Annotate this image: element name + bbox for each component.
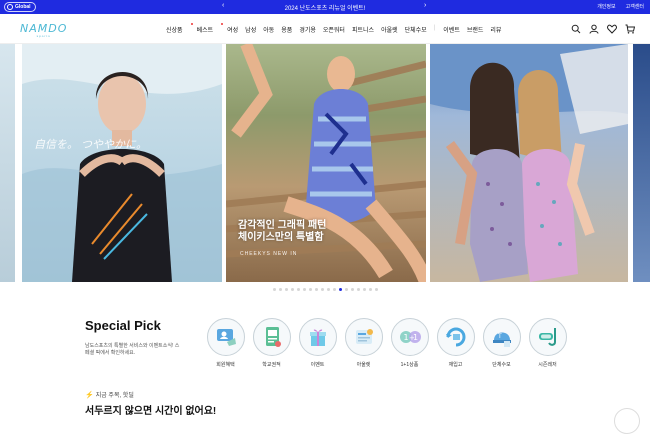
pagination-dot[interactable]: [332, 288, 336, 291]
svg-text:1: 1: [403, 333, 408, 342]
nav-women[interactable]: 여성: [227, 25, 238, 34]
hot-deal-section: ⚡ 지금 주목, 핫딜 서두르지 않으면 시간이 없어요!: [85, 390, 217, 418]
slide-mizuno[interactable]: 自信を。 つややかに。: [22, 44, 222, 282]
caption-line-1: 감각적인 그래픽 패턴: [238, 220, 327, 231]
user-icon[interactable]: [589, 24, 599, 34]
best-dot-icon: [221, 23, 224, 25]
special-pick-title: Special Pick: [85, 318, 161, 333]
nav-team-cap[interactable]: 단체수모: [405, 25, 427, 34]
category-school[interactable]: 학교권적: [252, 318, 291, 368]
special-pick-desc: 남도스포츠의 특별한 서비스와 이벤트소식! 스페셜 픽에서 확인하세요.: [85, 343, 180, 356]
pagination-dot[interactable]: [362, 288, 366, 291]
category-label: 이벤트: [310, 362, 325, 368]
nav-racing[interactable]: 경기용: [299, 25, 316, 34]
school-badge-icon: [252, 318, 291, 356]
promo-text[interactable]: 2024 난도스포츠 리뉴얼 이벤트!: [0, 3, 650, 12]
category-one-plus-one[interactable]: 1 +1 1+1상품: [390, 318, 429, 368]
pagination-dot[interactable]: [302, 288, 306, 291]
category-label: 학교권적: [262, 362, 281, 368]
nav-kids[interactable]: 아동: [263, 25, 274, 34]
swim-cap-icon: T: [482, 318, 521, 356]
one-plus-one-icon: 1 +1: [390, 318, 429, 356]
pagination-dot[interactable]: [272, 288, 276, 291]
gift-box-icon: [298, 318, 337, 356]
slide-peek-right[interactable]: [633, 44, 650, 282]
nav-gear[interactable]: 용품: [281, 25, 292, 34]
privacy-link[interactable]: 개인정보: [597, 3, 615, 10]
caption-line-2: 체이키스만의 특별함: [238, 232, 324, 243]
hot-deal-eyebrow: 지금 주목, 핫딜: [95, 393, 134, 399]
svg-text:T: T: [497, 333, 502, 340]
nav-openwater[interactable]: 오픈워터: [323, 25, 345, 34]
customer-center-link[interactable]: 고객센터: [626, 3, 644, 10]
nav-outlet[interactable]: 아울렛: [381, 25, 398, 34]
search-icon[interactable]: [571, 24, 581, 34]
pagination-dot[interactable]: [278, 288, 282, 291]
category-label: 1+1상품: [400, 362, 419, 368]
pagination-dot[interactable]: [338, 288, 342, 291]
special-pick-categories: 회원혜택 학교권적 이벤트 아울렛 1+1 1+1상품 재입고 T 단체수모: [206, 318, 567, 368]
brand-logo[interactable]: NAMDO sports: [20, 22, 67, 38]
slide-caption: 감각적인 그래픽 패턴 체이키스만의 특별함: [238, 220, 326, 244]
snorkel-icon: [528, 318, 567, 356]
nav-men[interactable]: 남성: [245, 25, 256, 34]
site-header: NAMDO sports 신상품 베스트 여성 남성 아동 용품 경기용 오픈워…: [0, 14, 650, 44]
category-restock[interactable]: 재입고: [436, 318, 475, 368]
category-label: 시즌레저: [538, 362, 557, 368]
pagination-dot[interactable]: [284, 288, 288, 291]
nav-fitness[interactable]: 피트니스: [352, 25, 374, 34]
pagination-dot[interactable]: [326, 288, 330, 291]
nav-divider: |: [433, 25, 436, 31]
pagination-dot[interactable]: [374, 288, 378, 291]
main-nav: 신상품 베스트 여성 남성 아동 용품 경기용 오픈워터 피트니스 아울렛 단체…: [166, 23, 508, 34]
pagination-dot[interactable]: [314, 288, 318, 291]
caption-brand: CHEEKYS NEW IN: [240, 251, 298, 257]
hero-slider[interactable]: 自信を。 つややかに。 감각적인 그래픽 패턴 체이키스만의 특별함 CHEEK…: [0, 44, 650, 282]
category-label: 재입고: [448, 362, 463, 368]
slide-script-text: 自信を。 つややかに。: [34, 139, 148, 151]
category-label: 단체수모: [492, 362, 511, 368]
slide-peek-left[interactable]: [0, 44, 15, 282]
sale-tag-icon: [344, 318, 383, 356]
nav-best[interactable]: 베스트: [197, 23, 224, 34]
promo-next-arrow[interactable]: ›: [424, 2, 426, 9]
pagination-dot[interactable]: [320, 288, 324, 291]
nav-new[interactable]: 신상품: [166, 23, 193, 34]
pagination-dot[interactable]: [344, 288, 348, 291]
slider-pagination: [0, 288, 650, 291]
slide-cheekys-art: [226, 44, 426, 282]
category-label: 아울렛: [356, 362, 371, 368]
nav-brand[interactable]: 브랜드: [467, 25, 484, 34]
cart-icon[interactable]: [625, 24, 635, 34]
pagination-dot[interactable]: [356, 288, 360, 291]
svg-text:1: 1: [413, 333, 418, 342]
slide-girls-art: [430, 44, 628, 282]
category-team-cap[interactable]: T 단체수모: [482, 318, 521, 368]
nav-review[interactable]: 리뷰: [490, 25, 501, 34]
category-event[interactable]: 이벤트: [298, 318, 337, 368]
heart-icon[interactable]: [607, 24, 617, 34]
slide-mizuno-art: [22, 44, 222, 282]
restock-icon: [436, 318, 475, 356]
pagination-dot[interactable]: [296, 288, 300, 291]
category-outlet[interactable]: 아울렛: [344, 318, 383, 368]
hot-deal-title: 서두르지 않으면 시간이 없어요!: [85, 406, 217, 417]
new-dot-icon: [190, 23, 193, 25]
pagination-dot[interactable]: [308, 288, 312, 291]
scroll-top-button[interactable]: [614, 408, 640, 434]
category-season-leisure[interactable]: 시즌레저: [528, 318, 567, 368]
nav-event[interactable]: 이벤트: [443, 25, 460, 34]
category-label: 회원혜택: [216, 362, 235, 368]
pagination-dot[interactable]: [350, 288, 354, 291]
member-card-icon: [206, 318, 245, 356]
pagination-dot[interactable]: [290, 288, 294, 291]
slide-girls[interactable]: [430, 44, 628, 282]
slide-cheekys[interactable]: 감각적인 그래픽 패턴 체이키스만의 특별함 CHEEKYS NEW IN: [226, 44, 426, 282]
top-announcement-bar: Global ‹ 2024 난도스포츠 리뉴얼 이벤트! › 개인정보 고객센터: [0, 0, 650, 14]
pagination-dot[interactable]: [368, 288, 372, 291]
special-pick-section: Special Pick 남도스포츠의 특별한 서비스와 이벤트소식! 스페셜 …: [85, 318, 180, 357]
lightning-icon: ⚡: [85, 391, 94, 399]
category-member-benefit[interactable]: 회원혜택: [206, 318, 245, 368]
